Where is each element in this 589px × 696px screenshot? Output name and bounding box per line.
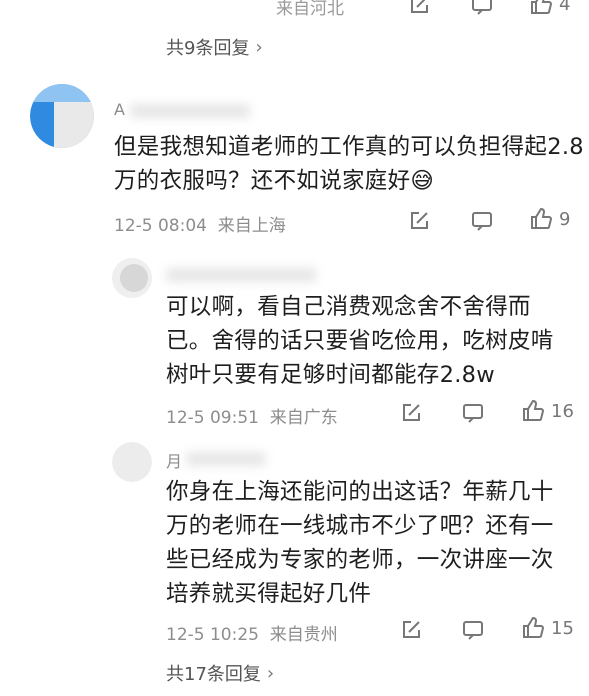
chevron-right-icon: › [255,36,263,58]
share-icon[interactable] [408,0,430,16]
view-replies-link[interactable]: 共9条回复 › [166,34,263,60]
like-count: 15 [551,617,574,639]
comment-timestamp: 12-5 08:04 来自上海 [114,216,286,236]
comment-icon[interactable] [462,402,484,424]
comment-timestamp: 12-5 09:51 来自广东 [166,408,338,428]
avatar[interactable] [112,258,152,298]
share-icon[interactable] [400,402,422,424]
comment-icon[interactable] [462,619,484,641]
view-replies-link[interactable]: 共17条回复 › [166,660,274,686]
thumbs-up-icon [529,0,553,16]
avatar[interactable] [30,84,94,148]
like-count: 9 [559,208,571,230]
like-button[interactable]: 16 [521,399,574,423]
thumbs-up-icon [529,207,553,231]
thumbs-up-icon [521,616,545,640]
username[interactable]: A [114,100,125,119]
comment-icon[interactable] [471,210,493,232]
like-button[interactable]: 4 [529,0,570,16]
reply-count-label: 共9条回复 [166,38,250,59]
reply-count-label: 共17条回复 [166,664,261,685]
like-button[interactable]: 15 [521,616,574,640]
username-blur [130,104,250,118]
share-icon[interactable] [408,210,430,232]
chevron-right-icon: › [266,662,275,684]
username-blur [166,268,316,282]
like-count: 4 [559,0,571,15]
username[interactable]: 月 [166,448,182,472]
thumbs-up-icon [521,399,545,423]
comment-text: 你身在上海还能问的出这话？年薪几十万的老师在一线城市不少了吧？还有一些已经成为专… [166,479,554,607]
avatar[interactable] [112,442,152,482]
share-icon[interactable] [400,619,422,641]
comment-text: 但是我想知道老师的工作真的可以负担得起2.8万的衣服吗？还不如说家庭好😅 [114,134,584,194]
emoji: 😅 [410,168,435,194]
like-button[interactable]: 9 [529,207,570,231]
username-blur [186,452,266,466]
top-location: 来自河北 [276,0,344,19]
comment-icon[interactable] [471,0,493,16]
like-count: 16 [551,400,574,422]
comment-timestamp: 12-5 10:25 来自贵州 [166,625,338,645]
comment-text: 可以啊，看自己消费观念舍不舍得而已。舍得的话只要省吃俭用，吃树皮啃树叶只要有足够… [166,294,554,388]
